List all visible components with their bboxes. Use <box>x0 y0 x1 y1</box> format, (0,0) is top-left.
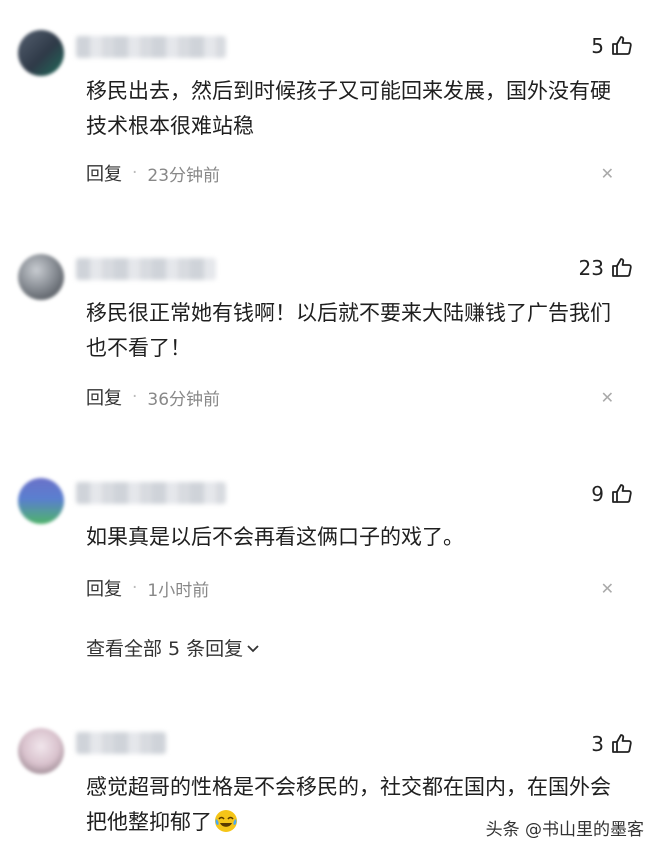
username-blurred[interactable] <box>76 732 166 754</box>
close-icon[interactable]: ✕ <box>601 388 614 407</box>
avatar[interactable] <box>18 728 64 774</box>
meta-separator: · <box>132 163 138 183</box>
crying-laughing-emoji-icon <box>215 810 237 832</box>
chevron-down-icon <box>247 644 259 652</box>
like-count: 23 <box>578 256 604 280</box>
timestamp: 1小时前 <box>147 580 210 601</box>
avatar[interactable] <box>18 478 64 524</box>
watermark-text: 头条 @书山里的墨客 <box>485 820 644 840</box>
comment-meta: 回复 · 36分钟前 <box>86 384 220 410</box>
username-blurred[interactable] <box>76 36 226 58</box>
thumbs-up-icon <box>612 258 632 277</box>
comment-text: 移民很正常她有钱啊！以后就不要来大陆赚钱了广告我们也不看了！ <box>86 301 611 360</box>
avatar[interactable] <box>18 254 64 300</box>
timestamp: 36分钟前 <box>147 389 221 410</box>
close-icon[interactable]: ✕ <box>601 164 614 183</box>
view-all-replies-label: 查看全部 5 条回复 <box>86 638 244 660</box>
like-count: 9 <box>591 482 604 506</box>
comment-text: 如果真是以后不会再看这俩口子的戏了。 <box>86 525 464 549</box>
like-button[interactable]: 5 <box>591 34 634 58</box>
thumbs-up-icon <box>612 36 632 55</box>
like-button[interactable]: 9 <box>591 482 634 506</box>
comment-meta: 回复 · 1小时前 <box>86 575 209 601</box>
avatar[interactable] <box>18 30 64 76</box>
reply-button[interactable]: 回复 <box>86 575 122 601</box>
timestamp: 23分钟前 <box>147 165 221 186</box>
reply-button[interactable]: 回复 <box>86 384 122 410</box>
like-button[interactable]: 23 <box>579 256 634 280</box>
view-all-replies-button[interactable]: 查看全部 5 条回复 <box>86 634 261 661</box>
username-blurred[interactable] <box>76 258 216 280</box>
meta-separator: · <box>132 578 138 598</box>
thumbs-up-icon <box>612 484 632 503</box>
like-button[interactable]: 3 <box>591 732 634 756</box>
like-count: 3 <box>591 732 604 756</box>
watermark: 头条 @书山里的墨客 <box>486 815 644 840</box>
comment-text: 移民出去，然后到时候孩子又可能回来发展，国外没有硬技术根本很难站稳 <box>86 79 611 138</box>
username-blurred[interactable] <box>76 482 226 504</box>
close-icon[interactable]: ✕ <box>601 579 614 598</box>
thumbs-up-icon <box>612 734 632 753</box>
reply-button[interactable]: 回复 <box>86 160 122 186</box>
comment-meta: 回复 · 23分钟前 <box>86 160 220 186</box>
like-count: 5 <box>591 34 604 58</box>
meta-separator: · <box>132 387 138 407</box>
